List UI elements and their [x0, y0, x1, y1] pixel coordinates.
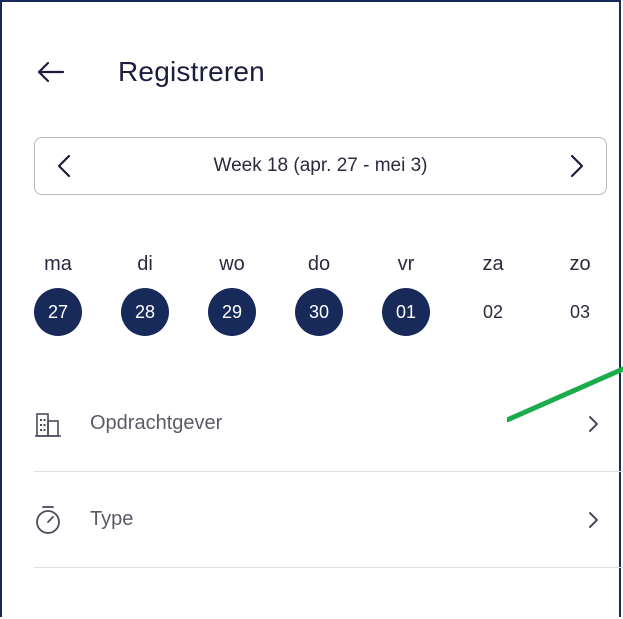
building-icon [28, 404, 68, 444]
week-selector: Week 18 (apr. 27 - mei 3) [34, 137, 607, 195]
arrow-left-icon [37, 62, 65, 82]
chevron-left-icon [57, 154, 71, 178]
day-name: vr [397, 253, 415, 275]
chevron-right-icon [589, 416, 598, 432]
day-number[interactable]: 02 [469, 288, 517, 336]
day-name: za [482, 253, 504, 275]
day-name: di [137, 253, 153, 275]
list-item-label: Type [90, 508, 134, 530]
day-number[interactable]: 30 [295, 288, 343, 336]
page-title: Registreren [118, 56, 265, 87]
list-item-label: Opdrachtgever [90, 412, 223, 434]
list-item-type[interactable]: Type [34, 472, 623, 568]
day-number[interactable]: 01 [382, 288, 430, 336]
chevron-right-icon [589, 512, 598, 528]
week-label: Week 18 (apr. 27 - mei 3) [213, 155, 428, 176]
day-number[interactable]: 03 [556, 288, 604, 336]
stopwatch-icon [28, 500, 68, 540]
day-sunday: zo 03 [550, 252, 610, 336]
day-friday: vr 01 [376, 252, 436, 336]
day-number[interactable]: 28 [121, 288, 169, 336]
day-thursday: do 30 [289, 252, 349, 336]
day-name: ma [44, 253, 72, 275]
back-button[interactable] [34, 55, 68, 89]
day-saturday: za 02 [463, 252, 523, 336]
day-wednesday: wo 29 [202, 252, 262, 336]
page-header: Registreren [34, 50, 265, 94]
day-tuesday: di 28 [115, 252, 175, 336]
next-week-button[interactable] [548, 138, 606, 194]
list-item-opdrachtgever[interactable]: Opdrachtgever [34, 376, 623, 472]
day-monday: ma 27 [28, 252, 88, 336]
chevron-right-icon [570, 154, 584, 178]
app-frame: Registreren Week 18 (apr. 27 - mei 3) ma… [0, 0, 623, 617]
day-name: wo [219, 253, 245, 275]
previous-week-button[interactable] [35, 138, 93, 194]
day-number[interactable]: 27 [34, 288, 82, 336]
day-name: do [307, 253, 331, 275]
day-name: zo [569, 253, 591, 275]
day-number[interactable]: 29 [208, 288, 256, 336]
registration-list: Opdrachtgever Type [34, 376, 623, 568]
